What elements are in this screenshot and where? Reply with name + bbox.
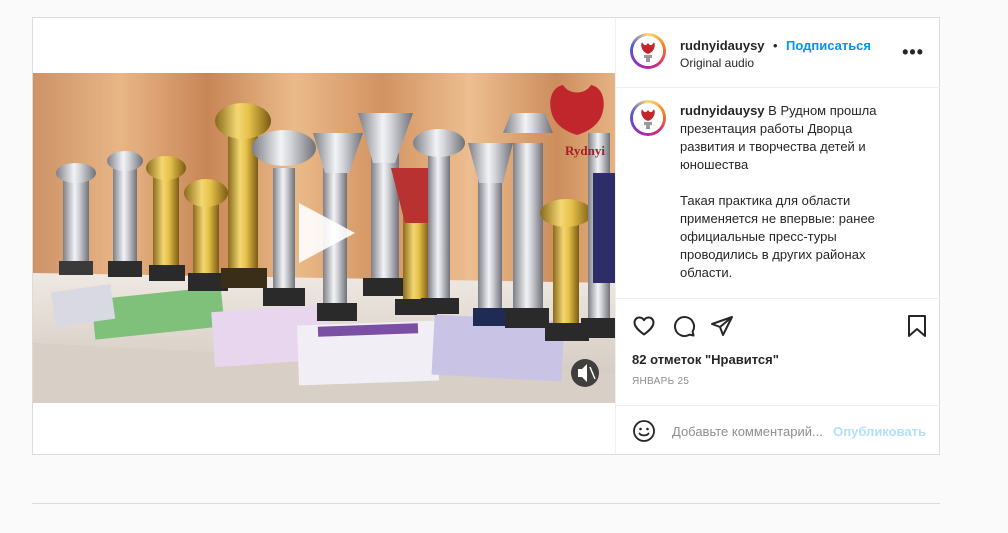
post-date[interactable]: ЯНВАРЬ 25 (632, 376, 689, 387)
likes-count[interactable]: 82 отметок "Нравится" (632, 352, 779, 367)
trophies-video-frame: Rydnyi (33, 73, 615, 403)
bookmark-icon[interactable] (906, 314, 928, 338)
avatar[interactable] (630, 33, 666, 69)
header-separator: • (772, 38, 778, 53)
heart-icon[interactable] (632, 314, 656, 338)
post-caption: rudnyidauysy В Рудном прошла презентация… (616, 88, 940, 299)
post-header: rudnyidauysy • Подписаться Original audi… (616, 18, 940, 88)
post-media: Rydnyi (33, 18, 615, 454)
instagram-post: Rydnyi rudnyidauysy • Подписаться Origin… (32, 17, 940, 455)
caption-username[interactable]: rudnyidauysy (680, 103, 765, 118)
mute-icon[interactable] (571, 359, 599, 387)
svg-text:Rydnyi: Rydnyi (565, 143, 605, 158)
emoji-icon[interactable] (632, 419, 656, 443)
action-bar (616, 308, 940, 348)
post-side-panel: rudnyidauysy • Подписаться Original audi… (615, 18, 940, 454)
tulip-logo-icon (633, 36, 663, 66)
caption-paragraph-2: Такая практика для области применяется н… (680, 193, 875, 280)
caption-text: rudnyidauysy В Рудном прошла презентация… (680, 102, 900, 282)
caption-avatar-image (633, 103, 663, 133)
comment-input[interactable] (670, 420, 844, 442)
more-options-icon[interactable]: ••• (902, 42, 924, 63)
original-audio-link[interactable]: Original audio (680, 56, 754, 70)
video-player[interactable]: Rydnyi (33, 73, 615, 403)
comment-icon[interactable] (672, 314, 696, 338)
header-username[interactable]: rudnyidauysy (680, 38, 765, 53)
caption-avatar[interactable] (630, 100, 666, 136)
comment-box: Опубликовать (616, 405, 940, 455)
page-divider (32, 503, 940, 504)
avatar-image (633, 36, 663, 66)
header-title-row: rudnyidauysy • Подписаться (680, 37, 871, 55)
tulip-logo-icon (633, 103, 663, 133)
publish-button[interactable]: Опубликовать (833, 424, 926, 439)
share-icon[interactable] (710, 314, 734, 338)
follow-button[interactable]: Подписаться (786, 38, 871, 53)
